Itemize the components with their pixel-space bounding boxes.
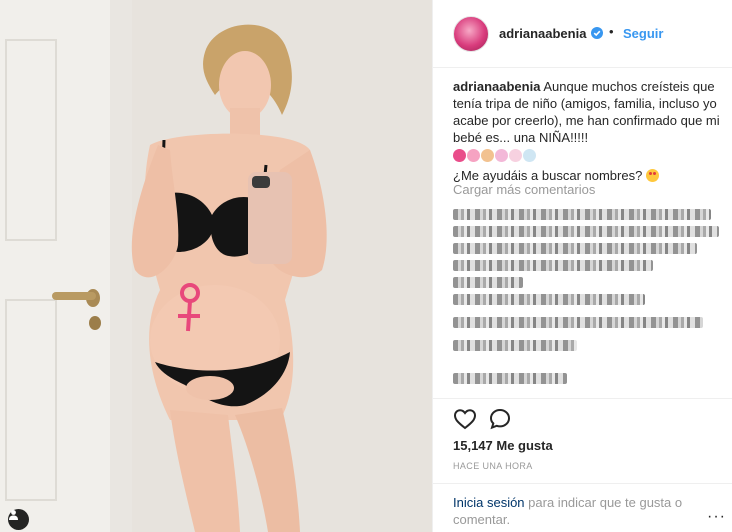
actions-divider [433,398,732,399]
post-caption: adrianaabenia Aunque muchos creísteis qu… [453,78,721,184]
flower-emoji-icon [467,148,480,162]
obscured-comment-line [453,294,645,305]
header-separator: • [609,24,614,39]
obscured-comment-line [453,340,577,351]
obscured-comment-line [453,373,567,384]
caption-question-text: ¿Me ayudáis a buscar nombres? [453,168,643,183]
follow-button[interactable]: Seguir [623,26,663,41]
caption-emoji-row [453,147,721,163]
verified-badge-icon [591,27,603,39]
obscured-comment-line [453,209,711,220]
obscured-comment-line [453,317,703,328]
obscured-comment-line [453,277,523,288]
obscured-comment-line [453,226,719,237]
obscured-comment-line [453,260,653,271]
heart-outline-icon[interactable] [453,408,477,430]
obscured-comment-line [453,243,697,254]
post-side-panel: adrianaabenia • Seguir adrianaabenia Aun… [432,0,732,532]
login-prompt: Inicia sesión para indicar que te gusta … [453,494,723,528]
comment-bubble-icon[interactable] [489,408,511,430]
caption-username[interactable]: adrianaabenia [453,79,540,94]
user-tag-icon[interactable] [8,509,29,530]
baby-bottle-emoji-icon [523,148,536,162]
post-timestamp[interactable]: HACE UNA HORA [453,461,533,471]
avatar[interactable] [453,16,489,52]
heart-emoji-icon [453,148,466,162]
author-username[interactable]: adrianaabenia [499,26,586,41]
heart-eyes-emoji-icon [645,169,659,182]
blossom-emoji-icon [495,148,508,162]
post-photo-illustration [0,0,432,532]
cherry-blossom-emoji-icon [509,148,522,162]
login-link[interactable]: Inicia sesión [453,495,525,510]
likes-count[interactable]: 15,147 Me gusta [453,438,553,453]
post-photo[interactable] [0,0,432,532]
user-tag-glyph [9,510,18,520]
baby-emoji-icon [481,148,494,162]
load-more-comments-button[interactable]: Cargar más comentarios [453,182,595,197]
more-options-button[interactable]: ··· [707,508,726,526]
post-header: adrianaabenia • Seguir [433,0,732,68]
